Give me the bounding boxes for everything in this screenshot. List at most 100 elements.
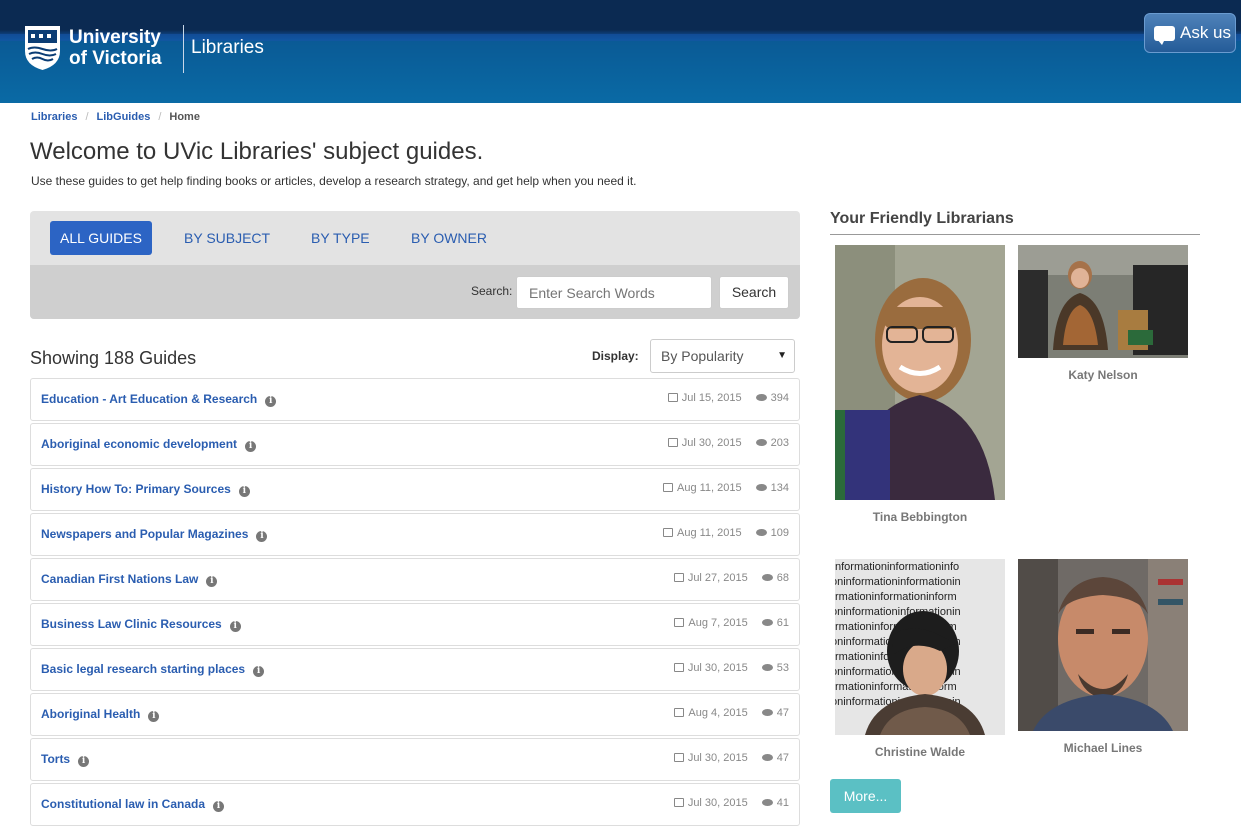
- guide-row: Education - Art Education & Research i Jul…: [30, 378, 800, 421]
- info-icon[interactable]: i: [256, 531, 268, 542]
- edit-date-icon: [673, 573, 684, 582]
- breadcrumb-current: Home: [169, 111, 200, 123]
- info-icon[interactable]: i: [253, 666, 265, 677]
- guide-tabs-panel: ALL GUIDES BY SUBJECT BY TYPE BY OWNER S…: [30, 211, 800, 319]
- site-header: University of Victoria Libraries Ask us: [0, 0, 1241, 103]
- guide-meta: Aug 11, 2015 109: [663, 527, 789, 539]
- guide-row: Newspapers and Popular Magazines i Aug 11,…: [30, 513, 800, 556]
- librarian-photo-tina[interactable]: [835, 245, 1005, 500]
- info-icon[interactable]: i: [213, 801, 225, 812]
- edit-date-icon: [667, 393, 678, 402]
- guide-view-count: 47: [776, 707, 789, 719]
- info-icon[interactable]: i: [229, 621, 241, 632]
- guide-meta: Aug 7, 2015 61: [674, 617, 789, 629]
- svg-text:nformationinformationinfo: nformationinformationinfo: [835, 561, 959, 573]
- logo-divider: [183, 25, 184, 73]
- ask-us-button[interactable]: Ask us: [1144, 13, 1236, 53]
- guide-view-count: 134: [770, 482, 789, 494]
- guide-title-link[interactable]: Basic legal research starting places i: [41, 662, 265, 677]
- sidebar-title: Your Friendly Librarians: [830, 210, 1014, 227]
- guide-title-link[interactable]: Aboriginal Health i: [41, 707, 160, 722]
- guide-title-link[interactable]: Canadian First Nations Law i: [41, 572, 218, 587]
- guide-updated-date: Jul 27, 2015: [687, 572, 748, 584]
- librarian-photo-katy[interactable]: [1018, 245, 1188, 358]
- sidebar-divider: [830, 234, 1200, 235]
- librarian-name-tina[interactable]: Tina Bebbington: [835, 510, 1005, 524]
- svg-text:oninformationinformationin: oninformationinformationin: [835, 576, 961, 588]
- guide-view-count: 109: [770, 527, 789, 539]
- eye-icon: [755, 439, 767, 446]
- guide-title-link[interactable]: Aboriginal economic development i: [41, 437, 257, 452]
- tab-by-owner[interactable]: BY OWNER: [411, 221, 487, 255]
- eye-icon: [761, 799, 773, 806]
- search-input[interactable]: [516, 276, 712, 309]
- page-title: Welcome to UVic Libraries' subject guide…: [30, 138, 484, 165]
- edit-date-icon: [674, 618, 685, 627]
- info-icon[interactable]: i: [78, 756, 90, 767]
- librarian-name-katy[interactable]: Katy Nelson: [1018, 368, 1188, 382]
- search-button[interactable]: Search: [719, 276, 789, 309]
- guide-row: Canadian First Nations Law i Jul 27, 2015 6…: [30, 558, 800, 601]
- guide-view-count: 68: [776, 572, 789, 584]
- svg-text:oninformationinformationin: oninformationinformationin: [835, 606, 961, 618]
- site-name[interactable]: Libraries: [191, 37, 264, 59]
- guide-title-link[interactable]: Newspapers and Popular Magazines i: [41, 527, 268, 542]
- guide-meta: Jul 30, 2015 203: [667, 437, 789, 449]
- guide-title-link[interactable]: Torts i: [41, 752, 90, 767]
- guide-title-link[interactable]: History How To: Primary Sources i: [41, 482, 250, 497]
- guide-title-link[interactable]: Constitutional law in Canada i: [41, 797, 225, 812]
- guide-view-count: 47: [776, 752, 789, 764]
- guide-updated-date: Jul 30, 2015: [687, 662, 748, 674]
- guide-view-count: 203: [770, 437, 789, 449]
- edit-date-icon: [673, 663, 684, 672]
- librarian-name-michael[interactable]: Michael Lines: [1018, 741, 1188, 755]
- edit-date-icon: [673, 798, 684, 807]
- more-librarians-button[interactable]: More...: [830, 779, 901, 813]
- guide-title-link[interactable]: Business Law Clinic Resources i: [41, 617, 241, 632]
- guide-title-link[interactable]: Education - Art Education & Research i: [41, 392, 277, 407]
- guide-row: History How To: Primary Sources i Aug 11, …: [30, 468, 800, 511]
- guide-updated-date: Jul 30, 2015: [687, 797, 748, 809]
- breadcrumb-libguides[interactable]: LibGuides: [97, 111, 151, 123]
- guide-view-count: 41: [776, 797, 789, 809]
- guide-row: Constitutional law in Canada i Jul 30, 201…: [30, 783, 800, 826]
- edit-date-icon: [663, 528, 673, 537]
- tab-all-guides[interactable]: ALL GUIDES: [50, 221, 152, 255]
- uvic-shield-logo[interactable]: [24, 25, 61, 71]
- edit-date-icon: [674, 708, 685, 717]
- info-icon[interactable]: i: [148, 711, 160, 722]
- guide-meta: Aug 4, 2015 47: [674, 707, 789, 719]
- edit-date-icon: [673, 753, 684, 762]
- guide-meta: Aug 11, 2015 134: [663, 482, 789, 494]
- guide-row: Aboriginal Health i Aug 4, 2015 47: [30, 693, 800, 736]
- breadcrumb: Libraries / LibGuides / Home: [31, 111, 200, 123]
- guide-meta: Jul 30, 2015 47: [673, 752, 789, 764]
- edit-date-icon: [663, 483, 673, 492]
- eye-icon: [755, 529, 767, 536]
- search-label: Search:: [471, 284, 513, 298]
- university-name[interactable]: University of Victoria: [69, 27, 162, 69]
- breadcrumb-libraries[interactable]: Libraries: [31, 111, 77, 123]
- guide-updated-date: Aug 7, 2015: [688, 617, 748, 629]
- info-icon[interactable]: i: [265, 396, 277, 407]
- guide-meta: Jul 27, 2015 68: [673, 572, 789, 584]
- guide-updated-date: Jul 15, 2015: [681, 392, 742, 404]
- display-select[interactable]: By Popularity ▼: [650, 339, 795, 373]
- info-icon[interactable]: i: [238, 486, 250, 497]
- guide-meta: Jul 30, 2015 53: [673, 662, 789, 674]
- guide-count: Showing 188 Guides: [30, 348, 197, 368]
- guide-view-count: 61: [776, 617, 789, 629]
- eye-icon: [755, 484, 767, 491]
- librarian-photo-christine[interactable]: nformationinformationinfo oninformationi…: [835, 559, 1005, 735]
- librarian-photo-michael[interactable]: [1018, 559, 1188, 731]
- info-icon[interactable]: i: [245, 441, 257, 452]
- eye-icon: [761, 619, 773, 626]
- librarian-name-christine[interactable]: Christine Walde: [835, 745, 1005, 759]
- svg-text:rmationinformationinform: rmationinformationinform: [835, 591, 957, 603]
- guide-row: Torts i Jul 30, 2015 47: [30, 738, 800, 781]
- tab-by-subject[interactable]: BY SUBJECT: [184, 221, 270, 255]
- tab-by-type[interactable]: BY TYPE: [311, 221, 370, 255]
- info-icon[interactable]: i: [206, 576, 218, 587]
- eye-icon: [755, 394, 767, 401]
- guide-updated-date: Aug 11, 2015: [677, 482, 742, 494]
